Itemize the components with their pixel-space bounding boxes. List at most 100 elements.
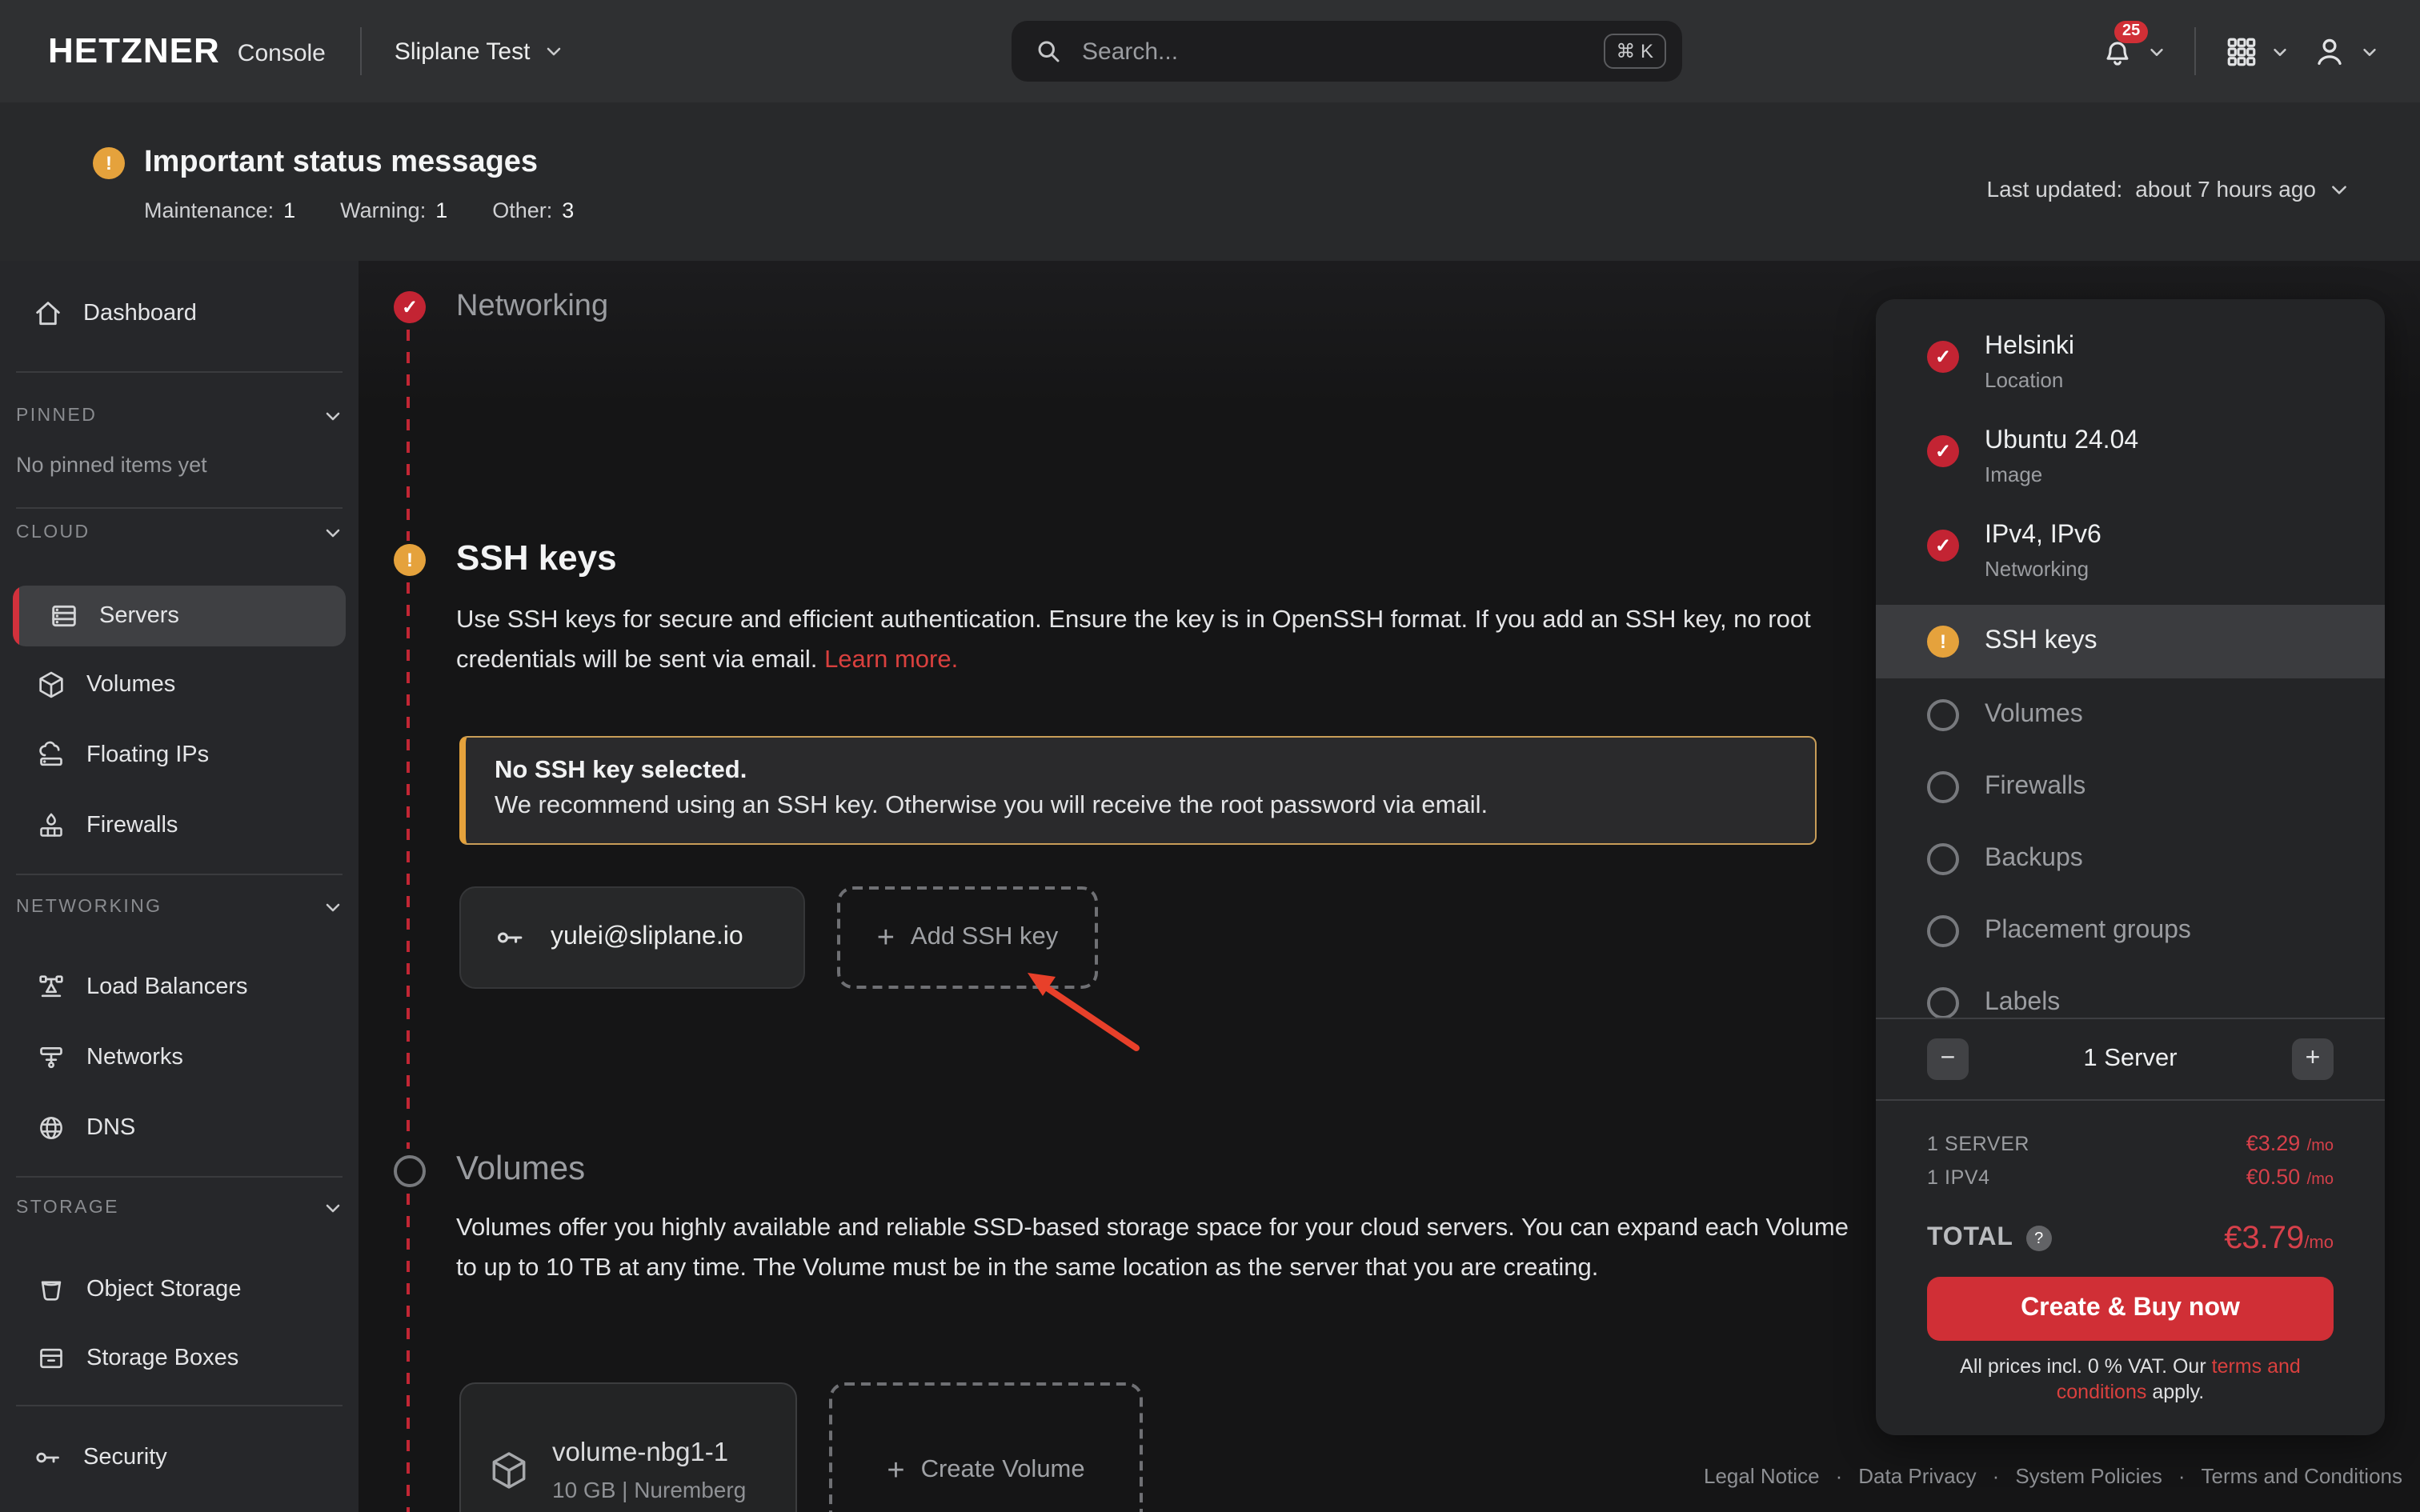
learn-more-link[interactable]: Learn more.: [824, 646, 958, 674]
create-buy-button[interactable]: Create & Buy now: [1927, 1277, 2334, 1341]
ssh-key-name: yulei@sliplane.io: [551, 923, 743, 952]
sidebar-item-storage-boxes[interactable]: Storage Boxes: [0, 1328, 359, 1389]
step-sublabel: Networking: [1985, 557, 2385, 581]
divider: [16, 874, 343, 875]
project-switcher[interactable]: Sliplane Test: [395, 38, 564, 65]
ssh-warning-icon: !: [394, 544, 426, 576]
exclamation-icon: !: [1940, 630, 1946, 653]
storage-box-icon: [35, 1342, 67, 1374]
step-volumes[interactable]: Volumes: [1876, 678, 2385, 750]
sidebar-item-volumes[interactable]: Volumes: [0, 654, 359, 715]
account-menu[interactable]: [2311, 33, 2378, 70]
sidebar-item-label: Servers: [99, 603, 179, 629]
sidebar-item-label: Volumes: [86, 672, 175, 698]
volume-card[interactable]: volume-nbg1-1 10 GB | Nuremberg: [459, 1382, 797, 1512]
hetzner-console: HETZNER Console Sliplane Test ⌘ K 25: [0, 0, 2420, 1512]
sidebar-section-storage[interactable]: STORAGE: [16, 1192, 343, 1224]
chevron-down-icon: [323, 898, 343, 917]
hetzner-logo[interactable]: HETZNER: [48, 30, 220, 72]
topbar-actions: 25: [2100, 0, 2420, 102]
volume-meta: 10 GB | Nuremberg: [552, 1477, 746, 1502]
networking-done-icon: ✓: [394, 291, 426, 323]
divider: [16, 371, 343, 373]
notifications-menu[interactable]: 25: [2100, 34, 2166, 69]
sidebar-item-dashboard[interactable]: Dashboard: [0, 283, 359, 344]
key-icon: [32, 1442, 64, 1474]
footer-separator: ·: [1993, 1464, 2000, 1488]
terms-link[interactable]: Terms and Conditions: [2202, 1464, 2402, 1488]
sidebar-item-object-storage[interactable]: Object Storage: [0, 1259, 359, 1320]
sidebar-item-networks[interactable]: Networks: [0, 1027, 359, 1088]
price-value: €3.29: [2246, 1131, 2301, 1155]
step-image[interactable]: ✓ Ubuntu 24.04 Image: [1876, 416, 2385, 510]
apps-menu[interactable]: [2225, 34, 2289, 68]
status-title: Important status messages: [144, 146, 538, 181]
step-backups[interactable]: Backups: [1876, 822, 2385, 894]
sidebar-item-label: Security: [83, 1445, 167, 1470]
step-title: Ubuntu 24.04: [1985, 426, 2385, 458]
search-bar[interactable]: ⌘ K: [1012, 21, 1682, 82]
sidebar-item-label: DNS: [86, 1115, 135, 1141]
sidebar-item-dns[interactable]: DNS: [0, 1098, 359, 1158]
increase-server-button[interactable]: +: [2292, 1038, 2334, 1080]
volumes-description: Volumes offer you highly available and r…: [456, 1208, 1865, 1288]
last-updated-label: Last updated:: [1987, 176, 2123, 202]
system-policies-link[interactable]: System Policies: [2015, 1464, 2162, 1488]
chevron-down-icon: [323, 523, 343, 542]
sidebar-section-networking[interactable]: NETWORKING: [16, 891, 343, 923]
step-placement-groups[interactable]: Placement groups: [1876, 894, 2385, 966]
step-ssh-keys[interactable]: ! SSH keys: [1876, 605, 2385, 678]
bucket-icon: [35, 1274, 67, 1306]
step-title: SSH keys: [1985, 626, 2097, 658]
help-icon[interactable]: ?: [2026, 1226, 2052, 1251]
sidebar-item-security[interactable]: Security: [0, 1427, 359, 1488]
check-badge: ✓: [1927, 341, 1959, 373]
step-title: Firewalls: [1985, 770, 2085, 802]
ssh-key-card[interactable]: yulei@sliplane.io: [459, 886, 805, 989]
create-volume-button[interactable]: + Create Volume: [829, 1382, 1143, 1512]
sidebar-section-cloud[interactable]: CLOUD: [16, 517, 343, 549]
sidebar-item-servers[interactable]: Servers: [13, 586, 346, 646]
cube-icon: [487, 1448, 531, 1493]
load-balancer-icon: [35, 971, 67, 1003]
step-sublabel: Image: [1985, 462, 2385, 486]
sidebar-item-firewalls[interactable]: Firewalls: [0, 795, 359, 856]
warning-label: Warning:: [340, 198, 426, 222]
todo-circle: [1927, 842, 1959, 874]
firewall-icon: [35, 810, 67, 842]
step-labels[interactable]: Labels: [1876, 966, 2385, 1018]
sidebar-item-floating-ips[interactable]: Floating IPs: [0, 725, 359, 786]
floating-ip-icon: [35, 739, 67, 771]
footer-separator: ·: [2178, 1464, 2186, 1488]
progress-dashed-line: [407, 330, 410, 541]
notification-badge: 25: [2114, 21, 2148, 43]
total-label: TOTAL: [1927, 1224, 2013, 1253]
step-firewalls[interactable]: Firewalls: [1876, 750, 2385, 822]
ssh-alert-body: We recommend using an SSH key. Otherwise…: [495, 792, 1786, 821]
decrease-server-button[interactable]: −: [1927, 1038, 1969, 1080]
pinned-empty-text: No pinned items yet: [16, 453, 207, 482]
step-title: Helsinki: [1985, 331, 2385, 363]
sidebar-item-label: Object Storage: [86, 1277, 241, 1302]
exclamation-icon: !: [407, 549, 413, 571]
sidebar-item-load-balancers[interactable]: Load Balancers: [0, 957, 359, 1018]
last-updated-toggle[interactable]: Last updated: about 7 hours ago: [1987, 176, 2350, 202]
price-value: €0.50: [2246, 1165, 2301, 1189]
legal-notice-link[interactable]: Legal Notice: [1704, 1464, 1820, 1488]
divider: [16, 1176, 343, 1178]
disclaimer-text: apply.: [2146, 1381, 2204, 1403]
plus-icon: +: [877, 922, 895, 953]
globe-icon: [35, 1112, 67, 1144]
progress-dashed-line: [407, 1194, 410, 1512]
search-input[interactable]: [1079, 36, 1603, 66]
price-label: 1 SERVER: [1927, 1133, 2029, 1155]
sidebar-section-pinned[interactable]: PINNED: [16, 400, 343, 432]
data-privacy-link[interactable]: Data Privacy: [1858, 1464, 1976, 1488]
chevron-down-icon: [544, 42, 563, 61]
order-summary-panel: ✓ Helsinki Location ✓ Ubuntu 24.04 Image…: [1876, 299, 2385, 1435]
total-price: €3.79: [2224, 1220, 2304, 1255]
ssh-section-title: SSH keys: [456, 538, 617, 579]
chevron-down-icon: [323, 406, 343, 426]
step-networking[interactable]: ✓ IPv4, IPv6 Networking: [1876, 510, 2385, 605]
step-location[interactable]: ✓ Helsinki Location: [1876, 322, 2385, 416]
